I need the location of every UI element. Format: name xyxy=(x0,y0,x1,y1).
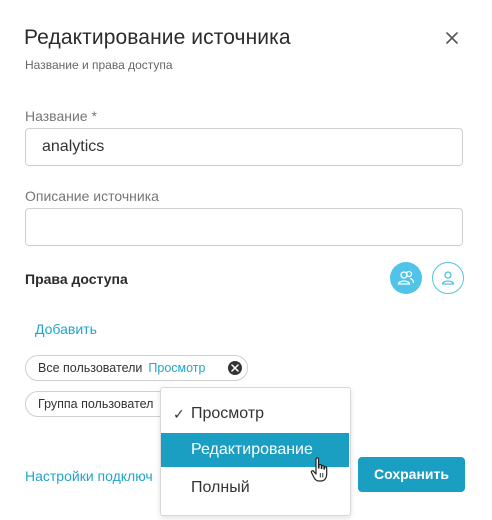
access-chip-all-users: Все пользователи Просмотр xyxy=(25,355,248,381)
chip-permission-link[interactable]: Просмотр xyxy=(148,361,205,375)
dropdown-option-view[interactable]: ✓ Просмотр xyxy=(161,397,349,431)
option-label: Редактирование xyxy=(191,441,313,458)
permission-dropdown: ✓ Просмотр Редактирование Полный xyxy=(160,387,351,516)
connection-settings-link[interactable]: Настройки подключ xyxy=(25,468,153,484)
close-icon[interactable] xyxy=(442,28,462,48)
user-icon xyxy=(441,271,455,285)
access-heading: Права доступа xyxy=(25,271,128,287)
name-input[interactable]: analytics xyxy=(25,128,463,166)
check-icon: ✓ xyxy=(173,406,185,422)
remove-chip-button[interactable] xyxy=(228,361,242,375)
hand-cursor-icon xyxy=(310,456,332,489)
dialog-subtitle: Название и права доступа xyxy=(25,58,173,72)
dialog-title: Редактирование источника xyxy=(24,26,291,49)
description-label: Описание источника xyxy=(25,188,159,204)
close-icon xyxy=(231,364,239,372)
close-button[interactable] xyxy=(442,28,462,48)
access-chip-group: Группа пользовател xyxy=(25,391,175,417)
add-access-link[interactable]: Добавить xyxy=(35,321,97,337)
group-access-toggle[interactable] xyxy=(390,262,422,294)
chip-name: Группа пользовател xyxy=(38,397,154,411)
name-label: Название * xyxy=(25,108,97,124)
users-icon xyxy=(397,270,415,285)
save-button[interactable]: Сохранить xyxy=(358,457,465,492)
user-access-toggle[interactable] xyxy=(432,262,464,294)
chip-name: Все пользователи xyxy=(38,361,143,375)
option-label: Просмотр xyxy=(191,405,265,422)
description-input[interactable] xyxy=(25,208,463,246)
option-label: Полный xyxy=(191,479,250,496)
